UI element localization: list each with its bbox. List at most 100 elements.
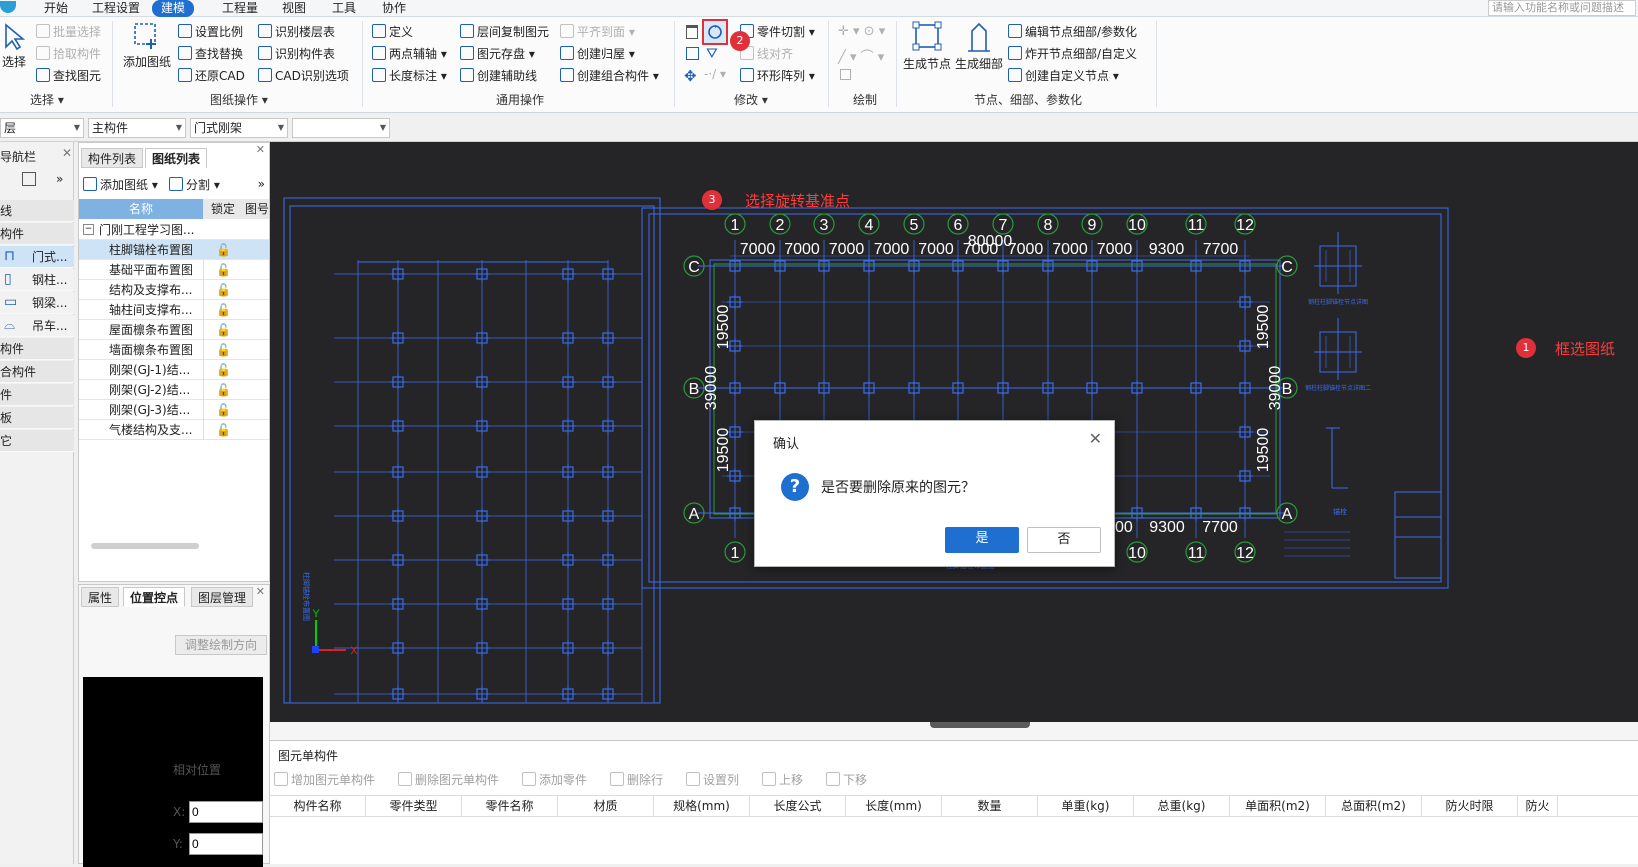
create-guide-line-button[interactable]: 创建辅助线 [460, 68, 537, 84]
modify-group-label[interactable]: 修改 ▾ [734, 91, 768, 108]
type-select[interactable]: 门式刚架 ▼ [190, 118, 288, 138]
set-scale-button[interactable]: 设置比例 [178, 24, 243, 40]
line-align-button[interactable]: 线对齐 [740, 46, 793, 62]
category-select[interactable]: 主构件 ▼ [88, 118, 186, 138]
bottom-tool-button[interactable]: 设置列 [686, 771, 739, 788]
edit-node-detail-button[interactable]: 编辑节点细部/参数化 [1008, 24, 1137, 40]
unlock-icon[interactable]: 🔓 [203, 400, 243, 420]
unlock-icon[interactable]: 🔓 [203, 280, 243, 300]
close-icon[interactable]: ✕ [62, 146, 72, 160]
drawing-list-row[interactable]: 刚架(GJ-1)结... 🔓 [79, 360, 269, 380]
move-icon[interactable]: ✥ [684, 67, 697, 85]
column-header[interactable]: 规格(mm) [654, 795, 750, 817]
drawing-list-row[interactable]: 屋面檩条布置图 🔓 [79, 320, 269, 340]
menu-tools[interactable]: 工具 [332, 0, 356, 17]
element-save-button[interactable]: 图元存盘 ▾ [460, 46, 535, 62]
part-cut-button[interactable]: 零件切割 ▾ [740, 24, 815, 40]
batch-select-button[interactable]: 批量选择 [36, 24, 101, 40]
recognize-component-table-button[interactable]: 识别构件表 [258, 46, 335, 62]
y-input[interactable] [189, 833, 263, 855]
unlock-icon[interactable]: 🔓 [203, 320, 243, 340]
column-header[interactable]: 单重(kg) [1038, 795, 1134, 817]
column-header[interactable]: 单面积(m2) [1230, 795, 1326, 817]
floor-copy-button[interactable]: 层间复制图元 [460, 24, 549, 40]
drawing-ops-group-label[interactable]: 图纸操作 ▾ [210, 91, 268, 108]
create-custom-node-button[interactable]: 创建自定义节点 ▾ [1008, 68, 1119, 84]
drawing-list-row[interactable]: 刚架(GJ-2)结... 🔓 [79, 380, 269, 400]
bottom-tool-button[interactable]: 增加图元单构件 [274, 771, 375, 788]
line-icon[interactable]: ╱ ▾ ⌒ ▾ [838, 46, 884, 65]
bottom-tool-button[interactable]: 下移 [826, 771, 867, 788]
feature-search-input[interactable]: 请输入功能名称或问题描述 [1488, 0, 1636, 16]
expand-icon[interactable]: » [258, 177, 265, 191]
recognize-floor-table-button[interactable]: 识别楼层表 [258, 24, 335, 40]
unlock-icon[interactable]: 🔓 [203, 300, 243, 320]
tab-drawing-list[interactable]: 图纸列表 [145, 148, 208, 168]
panel-splitter[interactable] [270, 722, 1638, 740]
find-element-button[interactable]: 查找图元 [36, 68, 101, 84]
tab-properties[interactable]: 属性 [81, 587, 120, 607]
delete-icon[interactable] [686, 25, 698, 39]
yes-button[interactable]: 是 [945, 527, 1019, 553]
add-drawing-button[interactable]: 添加图纸 [122, 21, 172, 85]
offset-icon[interactable]: -·/ ▾ [704, 67, 726, 81]
column-header[interactable]: 防火时限 [1422, 795, 1518, 817]
two-point-axis-button[interactable]: 两点辅轴 ▾ [372, 46, 447, 62]
column-header[interactable]: 构件名称 [270, 795, 366, 817]
adjust-direction-button[interactable]: 调整绘制方向 [175, 635, 267, 655]
drawing-list-row[interactable]: 基础平面布置图 🔓 [79, 260, 269, 280]
define-button[interactable]: 定义 [372, 24, 413, 40]
component-select[interactable]: ▼ [292, 118, 390, 138]
create-group-button[interactable]: 创建归屋 ▾ [560, 46, 635, 62]
scrollbar[interactable] [91, 543, 199, 549]
unlock-icon[interactable]: 🔓 [203, 420, 243, 440]
column-header[interactable]: 材质 [558, 795, 654, 817]
collapse-icon[interactable]: − [83, 224, 94, 235]
generate-node-button[interactable]: 生成节点 [902, 21, 952, 85]
pick-component-button[interactable]: 拾取构件 [36, 46, 101, 62]
restore-cad-button[interactable]: 还原CAD [178, 68, 245, 84]
unlock-icon[interactable]: 🔓 [203, 360, 243, 380]
copy-icon[interactable] [686, 47, 699, 60]
column-header[interactable]: 总重(kg) [1134, 795, 1230, 817]
unlock-icon[interactable]: 🔓 [203, 240, 243, 260]
tree-root-row[interactable]: − 门刚工程学习图... [79, 220, 269, 240]
unlock-icon[interactable]: 🔓 [203, 380, 243, 400]
close-icon[interactable]: ✕ [256, 143, 265, 156]
column-header[interactable]: 零件名称 [462, 795, 558, 817]
rect-icon[interactable] [840, 69, 851, 80]
create-composite-button[interactable]: 创建组合构件 ▾ [560, 68, 659, 84]
tab-component-list[interactable]: 构件列表 [81, 148, 144, 168]
no-button[interactable]: 否 [1027, 527, 1101, 553]
unlock-icon[interactable]: 🔓 [203, 340, 243, 360]
cad-recognize-options-button[interactable]: CAD识别选项 [258, 68, 349, 84]
nav-group-components[interactable]: 构件 [0, 338, 74, 360]
column-header[interactable]: 总面积(m2) [1326, 795, 1422, 817]
split-button[interactable]: 分割 ▾ [169, 177, 220, 193]
menu-quantity[interactable]: 工程量 [222, 0, 258, 17]
generate-detail-button[interactable]: 生成细部 [954, 21, 1004, 85]
column-header[interactable]: 数量 [942, 795, 1038, 817]
add-drawing-list-button[interactable]: 添加图纸 ▾ [83, 177, 158, 193]
align-to-face-button[interactable]: 平齐到面 ▾ [560, 24, 635, 40]
menu-collab[interactable]: 协作 [382, 0, 406, 17]
floor-select[interactable]: 层 ▼ [0, 118, 84, 138]
nav-group-component[interactable]: 构件 [0, 223, 74, 245]
tab-layer-manager[interactable]: 图层管理 [191, 587, 254, 607]
bottom-tool-button[interactable]: 上移 [762, 771, 803, 788]
drawing-list-row[interactable]: 结构及支撑布... 🔓 [79, 280, 269, 300]
find-replace-button[interactable]: 查找替换 [178, 46, 243, 62]
expand-icon[interactable]: » [56, 172, 63, 186]
select-group-label[interactable]: 选择 ▾ [30, 91, 64, 108]
ring-array-button[interactable]: 环形阵列 ▾ [740, 68, 815, 84]
nav-group-composite[interactable]: 合构件 [0, 361, 74, 383]
splitter-handle[interactable] [930, 722, 1030, 728]
mirror-icon[interactable]: ⛛ [706, 46, 718, 62]
drawing-list-row[interactable]: 柱脚锚栓布置图 🔓 [79, 240, 269, 260]
menu-modeling[interactable]: 建模 [152, 0, 195, 17]
drawing-list-row[interactable]: 墙面檩条布置图 🔓 [79, 340, 269, 360]
unlock-icon[interactable]: 🔓 [203, 260, 243, 280]
bottom-tool-button[interactable]: 删除图元单构件 [398, 771, 499, 788]
drawing-list-row[interactable]: 刚架(GJ-3)结... 🔓 [79, 400, 269, 420]
drawing-list-row[interactable]: 气楼结构及支... 🔓 [79, 420, 269, 440]
